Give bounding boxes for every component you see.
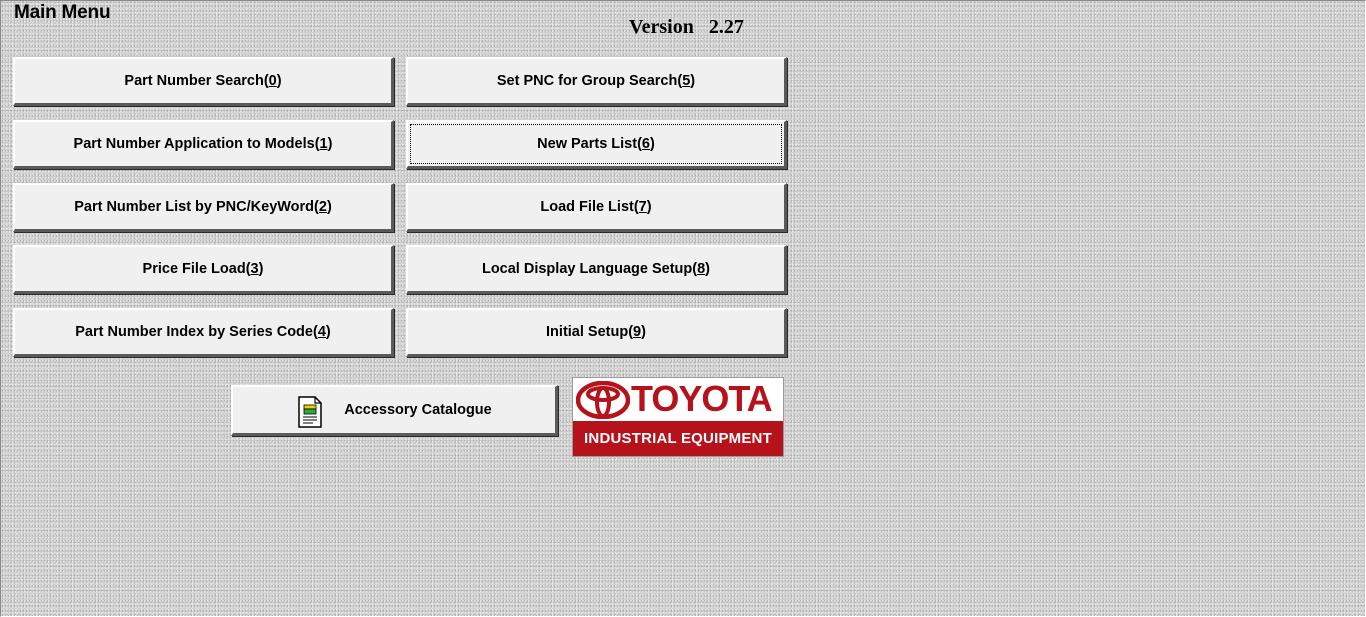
local-display-language-setup-button[interactable]: Local Display Language Setup(8): [406, 245, 787, 294]
button-label: Initial Setup(9): [546, 324, 646, 340]
logo-subtitle: INDUSTRIAL EQUIPMENT: [573, 421, 783, 456]
button-label: Part Number List by PNC/KeyWord(2): [74, 199, 332, 215]
button-label: Part Number Application to Models(1): [73, 136, 333, 152]
version-label: Version 2.27: [629, 16, 744, 38]
initial-setup-button[interactable]: Initial Setup(9): [406, 308, 787, 357]
toyota-emblem-icon: [576, 381, 630, 419]
window-title: Main Menu: [14, 2, 111, 23]
part-number-list-button[interactable]: Part Number List by PNC/KeyWord(2): [13, 183, 394, 232]
button-label: New Parts List(6): [537, 136, 655, 152]
button-label: Load File List(7): [540, 199, 652, 215]
button-label: Part Number Index by Series Code(4): [75, 324, 331, 340]
toyota-logo: TOYOTA INDUSTRIAL EQUIPMENT: [572, 377, 784, 457]
set-pnc-group-search-button[interactable]: Set PNC for Group Search(5): [406, 57, 787, 106]
part-number-search-button[interactable]: Part Number Search(0): [13, 57, 394, 106]
button-label: Accessory Catalogue: [344, 402, 492, 418]
accessory-catalogue-button[interactable]: Accessory Catalogue: [231, 385, 558, 436]
load-file-list-button[interactable]: Load File List(7): [406, 183, 787, 232]
part-number-application-button[interactable]: Part Number Application to Models(1): [13, 120, 394, 169]
part-number-index-button[interactable]: Part Number Index by Series Code(4): [13, 308, 394, 357]
logo-brand-text: TOYOTA: [631, 378, 773, 419]
price-file-load-button[interactable]: Price File Load(3): [13, 245, 394, 294]
main-menu-window: Main Menu Version 2.27 Part Number Searc…: [0, 0, 1366, 617]
button-label: Local Display Language Setup(8): [481, 261, 711, 277]
button-label: Set PNC for Group Search(5): [496, 73, 696, 89]
button-label: Part Number Search(0): [124, 73, 282, 89]
new-parts-list-button[interactable]: New Parts List(6): [406, 120, 787, 169]
document-icon: [298, 396, 322, 428]
button-label: Price File Load(3): [142, 261, 264, 277]
